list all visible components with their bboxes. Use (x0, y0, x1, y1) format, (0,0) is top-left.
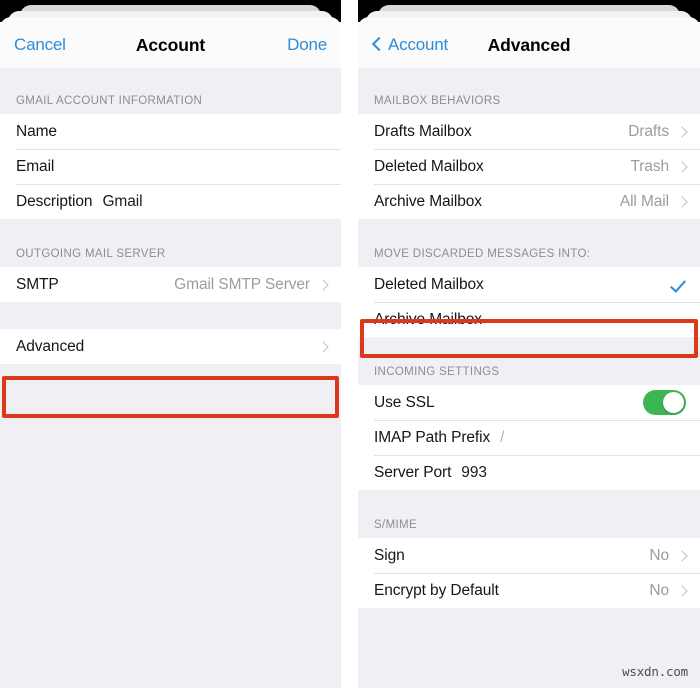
group-mailbox-behaviors: Drafts Mailbox Drafts Deleted Mailbox Tr… (358, 114, 700, 219)
back-to-account-button[interactable]: Account (372, 35, 448, 55)
row-encrypt-by-default[interactable]: Encrypt by Default No (358, 573, 700, 608)
group-gmail-account-information: Name Email Description Gmail (0, 114, 341, 219)
section-spacer (0, 219, 341, 248)
left-stacked-card-chrome (0, 0, 341, 22)
left-navigation-bar: Cancel Account Done (0, 22, 341, 68)
section-spacer (0, 68, 341, 95)
row-imap-path-prefix[interactable]: IMAP Path Prefix / (358, 420, 700, 455)
section-spacer (358, 219, 700, 248)
row-email[interactable]: Email (0, 149, 341, 184)
cancel-button[interactable]: Cancel (14, 35, 66, 55)
row-label: Deleted Mailbox (374, 275, 484, 293)
section-header-outgoing-mail-server: OUTGOING MAIL SERVER (0, 248, 341, 267)
chevron-right-icon (678, 160, 686, 173)
row-label: Description (16, 192, 93, 210)
right-navigation-bar: Account Advanced (358, 22, 700, 68)
group-incoming-settings: Use SSL IMAP Path Prefix / Server Port 9… (358, 385, 700, 490)
use-ssl-toggle[interactable] (643, 390, 686, 415)
row-label: Server Port (374, 463, 452, 481)
right-settings-list[interactable]: MAILBOX BEHAVIORS Drafts Mailbox Drafts … (358, 68, 700, 688)
chevron-right-icon (678, 549, 686, 562)
row-label: Deleted Mailbox (374, 157, 484, 175)
section-header-mailbox-behaviors: MAILBOX BEHAVIORS (358, 95, 700, 114)
checkmark-icon (669, 276, 686, 293)
chevron-right-icon (678, 584, 686, 597)
highlight-box-advanced (2, 376, 339, 418)
row-inline-value: / (500, 428, 505, 446)
row-label: SMTP (16, 275, 59, 293)
row-value: No (649, 581, 669, 599)
row-inline-value: 993 (461, 463, 487, 481)
row-value: Trash (630, 157, 669, 175)
chevron-right-icon (319, 340, 327, 353)
row-label: Sign (374, 546, 405, 564)
row-name[interactable]: Name (0, 114, 341, 149)
row-label: Name (16, 122, 57, 140)
row-label: Drafts Mailbox (374, 122, 472, 140)
section-spacer (358, 337, 700, 366)
row-move-to-archive-mailbox[interactable]: Archive Mailbox (358, 302, 700, 337)
row-inline-value: Gmail (102, 192, 143, 210)
group-smime: Sign No Encrypt by Default No (358, 538, 700, 608)
section-header-incoming-settings: INCOMING SETTINGS (358, 366, 700, 385)
group-advanced: Advanced (0, 329, 341, 364)
row-value: All Mail (619, 192, 669, 210)
group-outgoing-mail-server: SMTP Gmail SMTP Server (0, 267, 341, 302)
section-header-smime: S/MIME (358, 519, 700, 538)
row-label: Archive Mailbox (374, 192, 482, 210)
row-label: Email (16, 157, 55, 175)
row-label: Encrypt by Default (374, 581, 499, 599)
row-value: Gmail SMTP Server (174, 275, 310, 293)
chevron-right-icon (678, 125, 686, 138)
dual-phone-screenshot: Cancel Account Done GMAIL ACCOUNT INFORM… (0, 0, 700, 688)
back-button-label: Account (388, 35, 449, 54)
row-label: Archive Mailbox (374, 310, 482, 328)
left-phone-screen: Cancel Account Done GMAIL ACCOUNT INFORM… (0, 0, 341, 688)
row-move-to-deleted-mailbox[interactable]: Deleted Mailbox (358, 267, 700, 302)
right-phone-screen: Account Advanced MAILBOX BEHAVIORS Draft… (358, 0, 700, 688)
row-label: IMAP Path Prefix (374, 428, 491, 446)
section-header-move-discarded-messages-into: MOVE DISCARDED MESSAGES INTO: (358, 248, 700, 267)
row-archive-mailbox[interactable]: Archive Mailbox All Mail (358, 184, 700, 219)
row-advanced[interactable]: Advanced (0, 329, 341, 364)
section-spacer (358, 490, 700, 519)
row-label: Use SSL (374, 393, 435, 411)
row-deleted-mailbox[interactable]: Deleted Mailbox Trash (358, 149, 700, 184)
row-sign[interactable]: Sign No (358, 538, 700, 573)
site-watermark: wsxdn.com (622, 664, 688, 679)
right-stacked-card-chrome (358, 0, 700, 22)
row-use-ssl[interactable]: Use SSL (358, 385, 700, 420)
done-button[interactable]: Done (287, 35, 327, 55)
section-spacer (358, 68, 700, 95)
section-spacer (0, 302, 341, 329)
row-server-port[interactable]: Server Port 993 (358, 455, 700, 490)
chevron-left-icon (372, 36, 383, 54)
row-description[interactable]: Description Gmail (0, 184, 341, 219)
toggle-knob (663, 392, 684, 413)
group-move-discarded-messages: Deleted Mailbox Archive Mailbox (358, 267, 700, 337)
row-smtp[interactable]: SMTP Gmail SMTP Server (0, 267, 341, 302)
row-label: Advanced (16, 337, 85, 355)
section-header-gmail-account-information: GMAIL ACCOUNT INFORMATION (0, 95, 341, 114)
row-value: No (649, 546, 669, 564)
chevron-right-icon (319, 278, 327, 291)
row-drafts-mailbox[interactable]: Drafts Mailbox Drafts (358, 114, 700, 149)
chevron-right-icon (678, 195, 686, 208)
row-value: Drafts (628, 122, 669, 140)
left-settings-list[interactable]: GMAIL ACCOUNT INFORMATION Name Email Des… (0, 68, 341, 688)
